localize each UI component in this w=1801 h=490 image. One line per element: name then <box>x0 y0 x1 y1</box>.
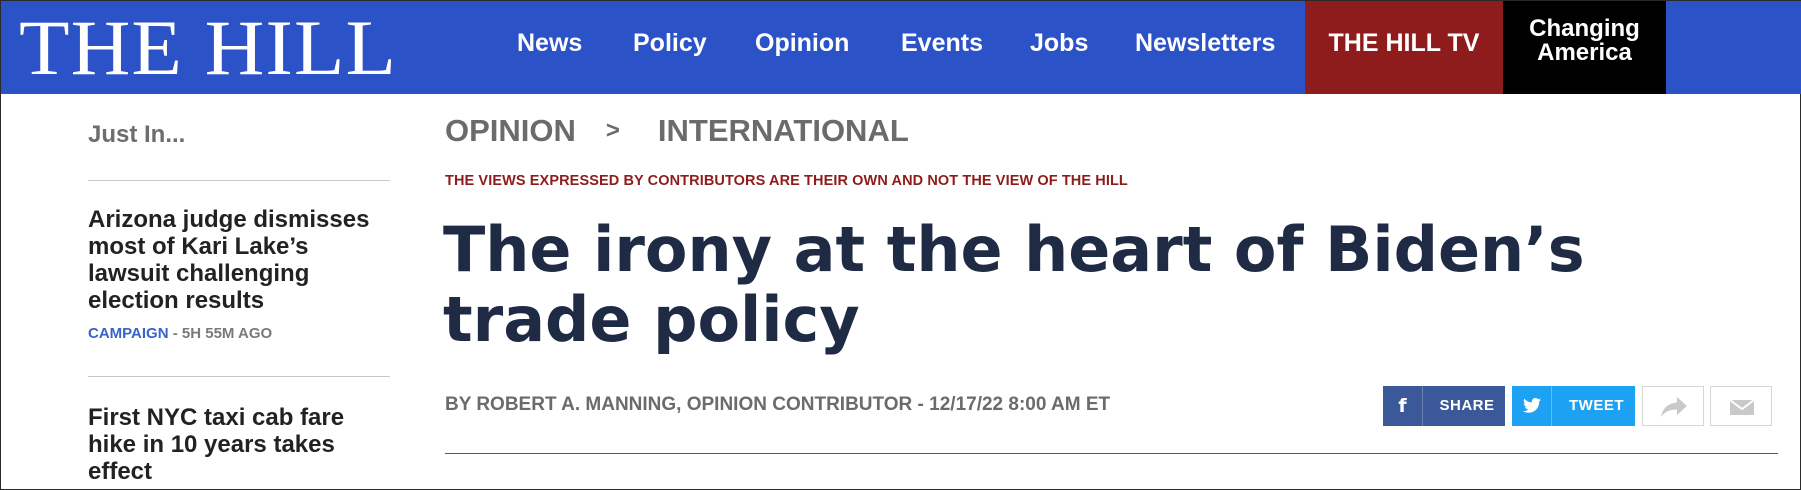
sidebar-story-meta: CAMPAIGN - 5H 55M AGO <box>88 325 390 342</box>
nav-events[interactable]: Events <box>901 1 983 94</box>
sidebar-divider <box>88 180 390 181</box>
sidebar-story-headline[interactable]: First NYC taxi cab fare hike in 10 years… <box>88 404 390 485</box>
nav-the-hill-tv[interactable]: THE HILL TV <box>1305 1 1503 94</box>
changing-america-line1: Changing <box>1529 15 1640 42</box>
opinion-disclaimer: THE VIEWS EXPRESSED BY CONTRIBUTORS ARE … <box>445 173 1128 189</box>
breadcrumb-separator: > <box>605 117 620 144</box>
facebook-share-button[interactable]: f SHARE <box>1383 386 1505 426</box>
more-share-button[interactable] <box>1642 386 1704 426</box>
sidebar-story-category[interactable]: CAMPAIGN <box>88 325 169 342</box>
breadcrumb-opinion[interactable]: OPINION <box>445 113 576 148</box>
twitter-share-button[interactable]: TWEET <box>1512 386 1635 426</box>
twitter-icon <box>1512 386 1552 426</box>
top-nav-bar: THE HILL News Policy Opinion Events Jobs… <box>1 1 1801 94</box>
nav-newsletters[interactable]: Newsletters <box>1135 1 1275 94</box>
nav-changing-america[interactable]: Changing America <box>1503 1 1666 94</box>
nav-news[interactable]: News <box>517 1 582 94</box>
article-headline: The irony at the heart of Biden’s trade … <box>443 213 1585 356</box>
breadcrumb: OPINION > INTERNATIONAL <box>445 113 909 153</box>
article-header-divider <box>445 453 1778 454</box>
sidebar-story-headline[interactable]: Arizona judge dismisses most of Kari Lak… <box>88 206 390 314</box>
sidebar-story-time: - 5H 55M AGO <box>168 325 273 342</box>
nav-opinion[interactable]: Opinion <box>755 1 849 94</box>
breadcrumb-international[interactable]: INTERNATIONAL <box>658 113 909 148</box>
sidebar-divider <box>88 376 390 377</box>
site-logo[interactable]: THE HILL <box>19 5 397 91</box>
email-icon <box>1729 399 1755 415</box>
share-arrow-icon <box>1661 397 1687 417</box>
changing-america-line2: America <box>1537 39 1632 66</box>
sidebar-story: Arizona judge dismisses most of Kari Lak… <box>88 206 390 342</box>
facebook-icon: f <box>1383 386 1423 426</box>
nav-jobs[interactable]: Jobs <box>1030 1 1088 94</box>
email-share-button[interactable] <box>1710 386 1772 426</box>
just-in-title: Just In... <box>88 121 186 148</box>
nav-policy[interactable]: Policy <box>633 1 707 94</box>
facebook-share-label: SHARE <box>1439 397 1495 414</box>
article-byline: BY ROBERT A. MANNING, OPINION CONTRIBUTO… <box>445 394 1111 415</box>
twitter-share-label: TWEET <box>1569 397 1624 414</box>
sidebar-story: First NYC taxi cab fare hike in 10 years… <box>88 404 390 485</box>
